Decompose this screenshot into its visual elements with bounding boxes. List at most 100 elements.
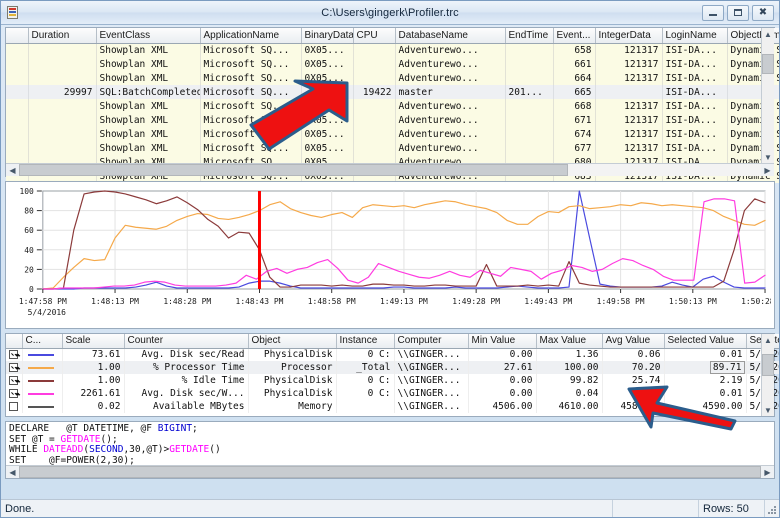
col-header-color[interactable]: C... bbox=[22, 334, 63, 349]
cell-database[interactable]: Adventurewo... bbox=[395, 141, 506, 155]
cell-max-value[interactable]: 1.36 bbox=[536, 348, 603, 361]
cell-min-value[interactable]: 0.00 bbox=[468, 374, 537, 387]
col-header-duration[interactable]: Duration bbox=[28, 28, 97, 44]
cell-application[interactable]: Microsoft SQ... bbox=[200, 57, 302, 71]
cell-rowmarker[interactable] bbox=[6, 99, 29, 113]
col-header-applicationname[interactable]: ApplicationName bbox=[200, 28, 302, 44]
cell-cpu[interactable] bbox=[353, 99, 396, 113]
col-header-databasename[interactable]: DatabaseName bbox=[395, 28, 506, 44]
counters-scroll-down-icon[interactable]: ▼ bbox=[762, 404, 774, 416]
cell-integer_data[interactable]: 121317 bbox=[595, 57, 663, 71]
cell-application[interactable]: Microsoft SQ... bbox=[200, 113, 302, 127]
counter-list-panel[interactable]: C... Scale Counter Object Instance Compu… bbox=[5, 333, 779, 417]
cell-binary[interactable]: 0X05... bbox=[301, 99, 354, 113]
cell-max-value[interactable]: 100.00 bbox=[536, 361, 603, 374]
checkbox-icon[interactable] bbox=[9, 376, 18, 385]
cell-integer_data[interactable]: 121317 bbox=[595, 127, 663, 141]
cell-object[interactable]: PhysicalDisk bbox=[248, 387, 337, 400]
cell-rowmarker[interactable] bbox=[6, 113, 29, 127]
events-horizontal-scrollbar[interactable]: ◀ ▶ bbox=[6, 163, 774, 176]
col-header-scale[interactable]: Scale bbox=[62, 334, 125, 349]
cell-login[interactable]: ISI-DA... bbox=[662, 43, 728, 57]
cell-rowmarker[interactable] bbox=[6, 127, 29, 141]
cell-binary[interactable]: 0X05... bbox=[301, 71, 354, 85]
list-item[interactable]: 73.61 Avg. Disk sec/Read PhysicalDisk 0 C: \… bbox=[6, 348, 779, 361]
sql-hscroll-thumb[interactable] bbox=[19, 466, 761, 478]
cell-database[interactable]: Adventurewo... bbox=[395, 99, 506, 113]
cell-login[interactable]: ISI-DA... bbox=[662, 71, 728, 85]
cell-duration[interactable] bbox=[28, 113, 97, 127]
counter-checkbox[interactable] bbox=[6, 400, 23, 413]
cell-application[interactable]: Microsoft SQ... bbox=[200, 99, 302, 113]
cell-event[interactable]: 665 bbox=[553, 85, 596, 99]
cell-database[interactable]: Adventurewo... bbox=[395, 127, 506, 141]
scroll-left-icon[interactable]: ◀ bbox=[6, 164, 19, 176]
cell-integer_data[interactable]: 121317 bbox=[595, 71, 663, 85]
cell-end_time[interactable] bbox=[505, 57, 554, 71]
cell-event_class[interactable]: Showplan XML bbox=[96, 127, 201, 141]
checkbox-icon[interactable] bbox=[9, 350, 18, 360]
cell-selected-value[interactable]: 0.01 bbox=[664, 387, 747, 400]
resize-grip-icon[interactable] bbox=[765, 500, 779, 517]
cell-end_time[interactable] bbox=[505, 113, 554, 127]
cell-login[interactable]: ISI-DA... bbox=[662, 141, 728, 155]
cell-instance[interactable]: _Total bbox=[336, 361, 395, 374]
counter-checkbox[interactable] bbox=[6, 348, 23, 361]
counter-color-swatch[interactable] bbox=[22, 348, 63, 361]
col-header-loginname[interactable]: LoginName bbox=[662, 28, 728, 44]
scroll-down-icon[interactable]: ▼ bbox=[762, 151, 774, 163]
cell-event[interactable]: 674 bbox=[553, 127, 596, 141]
cell-end_time[interactable] bbox=[505, 127, 554, 141]
cell-end_time[interactable] bbox=[505, 43, 554, 57]
cell-database[interactable]: Adventurewo... bbox=[395, 113, 506, 127]
cell-duration[interactable]: 29997 bbox=[28, 85, 97, 99]
cell-integer_data[interactable]: 121317 bbox=[595, 113, 663, 127]
cell-login[interactable]: ISI-DA... bbox=[662, 113, 728, 127]
minimize-button[interactable] bbox=[702, 4, 724, 21]
sql-scroll-left-icon[interactable]: ◀ bbox=[6, 466, 19, 478]
cell-integer_data[interactable]: 121317 bbox=[595, 99, 663, 113]
cell-counter[interactable]: % Processor Time bbox=[124, 361, 249, 374]
counter-checkbox[interactable] bbox=[6, 361, 23, 374]
col-header-counter[interactable]: Counter bbox=[124, 334, 249, 349]
cell-application[interactable]: Microsoft SQ... bbox=[200, 71, 302, 85]
counters-vertical-scrollbar[interactable]: ▲ ▼ bbox=[761, 334, 774, 416]
cell-instance[interactable]: 0 C: bbox=[336, 348, 395, 361]
cell-binary[interactable]: 0X05... bbox=[301, 113, 354, 127]
cell-object[interactable]: PhysicalDisk bbox=[248, 348, 337, 361]
cell-end_time[interactable]: 201... bbox=[505, 85, 554, 99]
table-row[interactable]: Showplan XML Microsoft SQ... 0X05... Advent… bbox=[6, 99, 779, 113]
col-header-instance[interactable]: Instance bbox=[336, 334, 395, 349]
cell-computer[interactable]: \\GINGER... bbox=[394, 374, 469, 387]
col-header-checkbox[interactable] bbox=[6, 334, 23, 349]
cell-computer[interactable]: \\GINGER... bbox=[394, 348, 469, 361]
cell-event_class[interactable]: Showplan XML bbox=[96, 113, 201, 127]
list-item[interactable]: 2261.61 Avg. Disk sec/W... PhysicalDisk 0 C… bbox=[6, 387, 779, 400]
counter-color-swatch[interactable] bbox=[22, 387, 63, 400]
cell-duration[interactable] bbox=[28, 71, 97, 85]
cell-cpu[interactable] bbox=[353, 71, 396, 85]
cell-avg-value[interactable]: 4587.63 bbox=[602, 400, 665, 413]
counters-vscroll-thumb[interactable] bbox=[762, 354, 774, 376]
cell-duration[interactable] bbox=[28, 127, 97, 141]
col-header-integerdata[interactable]: IntegerData bbox=[595, 28, 663, 44]
col-header-rowmarker[interactable] bbox=[6, 28, 29, 44]
checkbox-icon[interactable] bbox=[9, 402, 18, 411]
counter-color-swatch[interactable] bbox=[22, 400, 63, 413]
cell-end_time[interactable] bbox=[505, 71, 554, 85]
cell-database[interactable]: master bbox=[395, 85, 506, 99]
cell-min-value[interactable]: 0.00 bbox=[468, 348, 537, 361]
cell-computer[interactable]: \\GINGER... bbox=[394, 400, 469, 413]
sql-horizontal-scrollbar[interactable]: ◀ ▶ bbox=[6, 465, 774, 478]
cell-rowmarker[interactable] bbox=[6, 141, 29, 155]
cell-duration[interactable] bbox=[28, 99, 97, 113]
cell-counter[interactable]: Avg. Disk sec/Read bbox=[124, 348, 249, 361]
col-header-selectedvalue[interactable]: Selected Value bbox=[664, 334, 747, 349]
cell-binary[interactable]: 0X05... bbox=[301, 57, 354, 71]
cell-integer_data[interactable]: 121317 bbox=[595, 141, 663, 155]
cell-event_class[interactable]: Showplan XML bbox=[96, 71, 201, 85]
col-header-cpu[interactable]: CPU bbox=[353, 28, 396, 44]
cell-integer_data[interactable] bbox=[595, 85, 663, 99]
cell-scale[interactable]: 73.61 bbox=[62, 348, 125, 361]
cell-event_class[interactable]: SQL:BatchCompleted bbox=[96, 85, 201, 99]
